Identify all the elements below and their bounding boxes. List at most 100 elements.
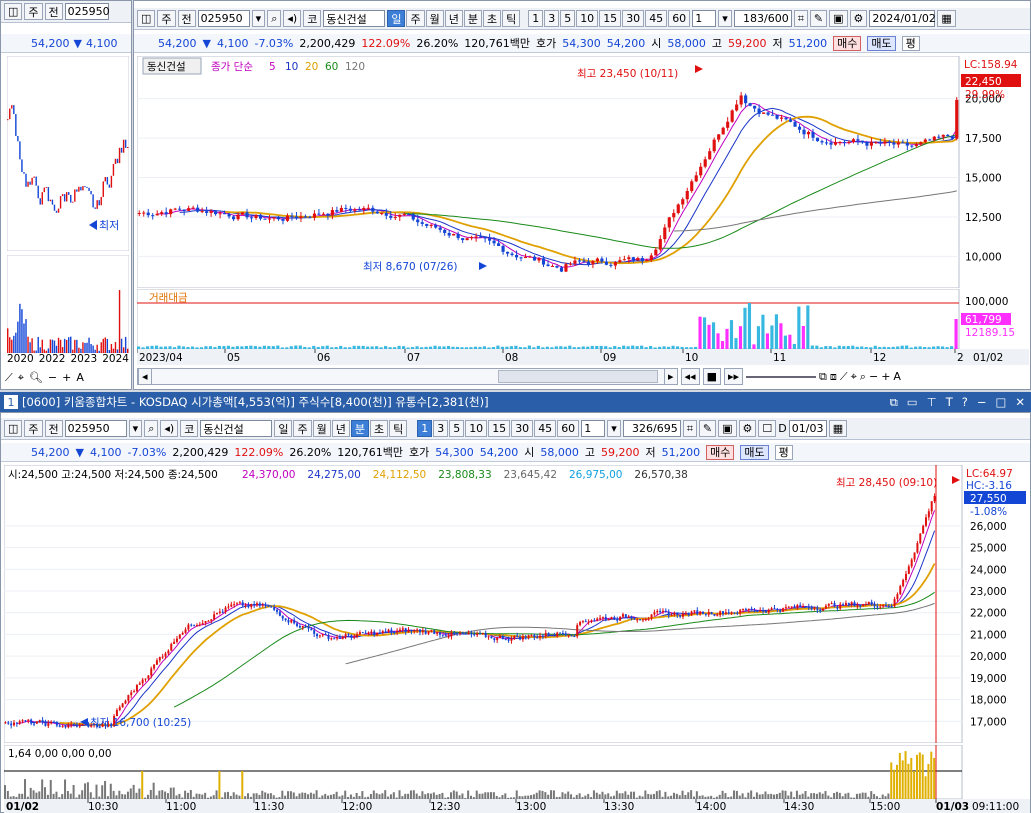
chevron-down-icon[interactable]: ▾	[128, 420, 143, 437]
bottom-periods-button[interactable]: 분	[350, 420, 369, 437]
left-code-input[interactable]: 025950	[64, 3, 110, 20]
top-periods-button[interactable]: 분	[463, 10, 482, 27]
forward-icon[interactable]: ▸▸	[723, 368, 744, 385]
tool-icon[interactable]: ⧈	[830, 370, 837, 384]
rewind-icon[interactable]: ◂◂	[680, 368, 700, 385]
tool-icon[interactable]: ⌖	[851, 370, 857, 384]
bottom-numbers-button[interactable]: 30	[511, 420, 534, 437]
top-count-input[interactable]: 1	[692, 10, 717, 27]
top-jeon-button[interactable]: 전	[177, 10, 196, 27]
search-icon[interactable]: ⌕	[144, 420, 159, 437]
bottom-numbers-button[interactable]: 15	[488, 420, 511, 437]
tool-icon[interactable]: ✎	[698, 420, 717, 437]
text-tool-icon[interactable]: A	[893, 370, 901, 383]
bottom-periods-button[interactable]: 년	[331, 420, 350, 437]
bottom-periods-button[interactable]: 월	[312, 420, 331, 437]
top-periods-button[interactable]: 틱	[502, 10, 521, 27]
text-tool-icon[interactable]: A	[76, 371, 84, 387]
bottom-periods-button[interactable]: 일	[274, 420, 293, 437]
top-numbers-button[interactable]: 3	[544, 10, 560, 27]
calendar-icon[interactable]: ▦	[937, 10, 956, 27]
zoom-slider[interactable]	[746, 375, 817, 378]
bottom-pyeong-button[interactable]: 평	[774, 444, 793, 460]
plus-icon[interactable]: +	[62, 371, 71, 387]
bottom-numbers-button[interactable]: 1	[417, 420, 433, 437]
top-numbers-button[interactable]: 60	[668, 10, 691, 27]
bottom-periods-button[interactable]: 틱	[389, 420, 408, 437]
zoom-icon[interactable]: ⌕	[860, 370, 866, 384]
minus-icon[interactable]: −	[48, 371, 57, 387]
chart-tool-icon[interactable]: ⧉	[819, 370, 827, 384]
indicator-icon[interactable]: ⌗	[793, 10, 808, 27]
bottom-numbers-button[interactable]: 60	[557, 420, 580, 437]
bottom-numbers-button[interactable]: 3	[433, 420, 449, 437]
gear-icon[interactable]: ⚙	[738, 420, 757, 437]
help-icon[interactable]: ?	[962, 395, 968, 410]
bottom-date-input[interactable]: 01/03	[788, 420, 827, 437]
maximize-icon[interactable]: □	[995, 395, 1006, 410]
window-pin-icon[interactable]: ⊤	[927, 395, 937, 410]
calendar-icon[interactable]: ▦	[828, 420, 848, 437]
close-icon[interactable]: ✕	[1015, 395, 1025, 410]
top-date-input[interactable]: 2024/01/02	[869, 10, 936, 27]
bottom-jeon-button[interactable]: 전	[44, 420, 63, 437]
layout-icon[interactable]: ◫	[4, 420, 23, 437]
chevron-down-icon[interactable]: ▾	[607, 420, 621, 437]
bottom-code-input[interactable]: 025950	[64, 420, 127, 437]
gear-icon[interactable]: ⚙	[849, 10, 868, 27]
left-jeon-button[interactable]: 전	[44, 3, 63, 20]
bottom-window-titlebar[interactable]: 1 [0600] 키움종합차트 - KOSDAQ 시가총액[4,553(억)] …	[0, 392, 1031, 412]
top-numbers-button[interactable]: 10	[576, 10, 599, 27]
layout-icon[interactable]: ◫	[4, 3, 23, 20]
tool-icon[interactable]: ⌖	[18, 371, 24, 387]
play-icon[interactable]: ▸	[664, 368, 678, 385]
speaker-icon[interactable]: ◂)	[160, 420, 179, 437]
top-numbers-button[interactable]: 15	[599, 10, 622, 27]
draw-line-icon[interactable]: ⟋	[840, 370, 848, 384]
chevron-down-icon[interactable]: ▾	[718, 10, 732, 27]
stop-icon[interactable]: ■	[702, 368, 721, 385]
top-periods-button[interactable]: 주	[406, 10, 425, 27]
bottom-periods-button[interactable]: 주	[293, 420, 312, 437]
bottom-numbers-button[interactable]: 5	[449, 420, 465, 437]
left-jong-select[interactable]: 주	[24, 3, 43, 20]
save-icon[interactable]: ▣	[829, 10, 848, 27]
layout-icon[interactable]: ◫	[137, 10, 156, 27]
scroll-left-icon[interactable]: ◂	[138, 368, 152, 385]
bottom-sell-button[interactable]: 매도	[740, 444, 769, 460]
top-numbers-button[interactable]: 45	[645, 10, 668, 27]
top-code-input[interactable]: 025950	[197, 10, 250, 27]
bottom-buy-button[interactable]: 매수	[706, 444, 735, 460]
chevron-down-icon[interactable]: ▾	[251, 10, 266, 27]
speaker-icon[interactable]: ◂)	[283, 10, 302, 27]
save-icon[interactable]: ▣	[718, 420, 737, 437]
bottom-numbers-button[interactable]: 45	[534, 420, 557, 437]
window-font-icon[interactable]: T	[946, 395, 953, 410]
bottom-periods-button[interactable]: 초	[369, 420, 389, 437]
search-icon[interactable]: ⌕	[267, 10, 282, 27]
top-numbers-button[interactable]: 30	[622, 10, 645, 27]
minus-icon[interactable]: −	[869, 370, 878, 383]
top-periods-button[interactable]: 월	[425, 10, 444, 27]
top-numbers-button[interactable]: 5	[560, 10, 576, 27]
top-periods-button[interactable]: 초	[482, 10, 502, 27]
top-numbers-button[interactable]: 1	[528, 10, 544, 27]
draw-line-icon[interactable]: ⟋	[5, 371, 13, 387]
bottom-jong-select[interactable]: 주	[24, 420, 43, 437]
indicator-icon[interactable]: ⌗	[682, 420, 697, 437]
d-checkbox[interactable]: ☐	[758, 420, 777, 437]
top-periods-button[interactable]: 년	[444, 10, 463, 27]
top-jong-select[interactable]: 주	[157, 10, 176, 27]
minimize-icon[interactable]: −	[977, 395, 987, 410]
top-scrollbar[interactable]: ◂	[137, 368, 667, 385]
top-sell-button[interactable]: 매도	[867, 35, 896, 51]
scroll-thumb[interactable]	[498, 370, 658, 383]
plus-icon[interactable]: +	[881, 370, 890, 383]
zoom-icon[interactable]: 🔍︎	[29, 371, 43, 387]
top-buy-button[interactable]: 매수	[833, 35, 862, 51]
window-restore-icon[interactable]: ▭	[907, 395, 918, 410]
tool-icon[interactable]: ✎	[809, 10, 828, 27]
bottom-numbers-button[interactable]: 10	[465, 420, 488, 437]
bottom-count-input[interactable]: 1	[581, 420, 606, 437]
top-pyeong-button[interactable]: 평	[901, 35, 920, 51]
